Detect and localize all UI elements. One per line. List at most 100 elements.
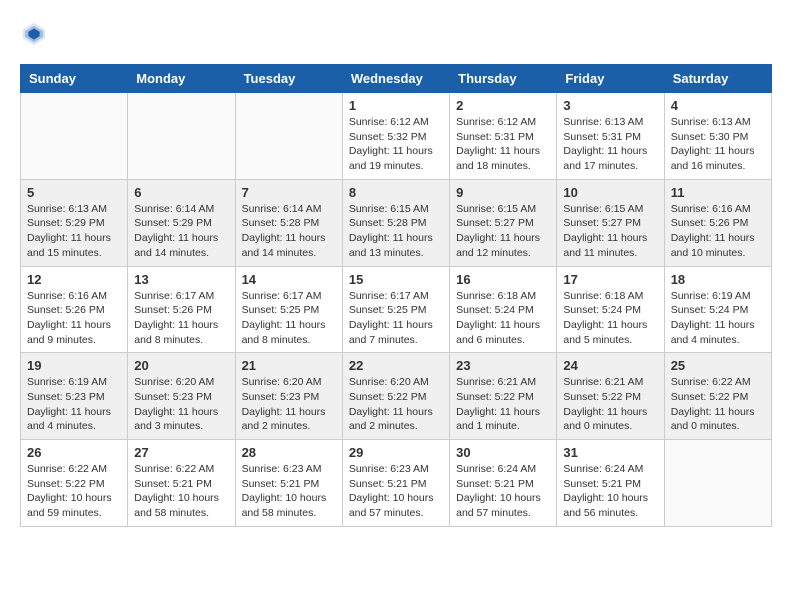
day-number: 18 xyxy=(671,272,765,287)
day-number: 9 xyxy=(456,185,550,200)
day-number: 23 xyxy=(456,358,550,373)
calendar-cell xyxy=(21,93,128,180)
calendar-cell: 5Sunrise: 6:13 AM Sunset: 5:29 PM Daylig… xyxy=(21,179,128,266)
calendar-cell: 1 Sunrise: 6:12 AM Sunset: 5:32 PM Daylig… xyxy=(342,93,449,180)
day-number: 22 xyxy=(349,358,443,373)
header-saturday: Saturday xyxy=(664,65,771,93)
day-number: 2 xyxy=(456,98,550,113)
header-wednesday: Wednesday xyxy=(342,65,449,93)
calendar-cell: 28Sunrise: 6:23 AM Sunset: 5:21 PM Dayli… xyxy=(235,440,342,527)
calendar-cell: 3Sunrise: 6:13 AM Sunset: 5:31 PM Daylig… xyxy=(557,93,664,180)
calendar-cell: 26 Sunrise: 6:22 AM Sunset: 5:22 PM Dayli… xyxy=(21,440,128,527)
header-monday: Monday xyxy=(128,65,235,93)
day-number: 11 xyxy=(671,185,765,200)
calendar-cell: 10 Sunrise: 6:15 AM Sunset: 5:27 PM Dayli… xyxy=(557,179,664,266)
calendar-cell: 2 Sunrise: 6:12 AM Sunset: 5:31 PM Daylig… xyxy=(450,93,557,180)
logo-icon xyxy=(20,20,48,48)
day-info: Sunrise: 6:24 AM Sunset: 5:21 PM Dayligh… xyxy=(456,462,550,521)
calendar-week-row: 12 Sunrise: 6:16 AM Sunset: 5:26 PM Dayli… xyxy=(21,266,772,353)
day-number: 10 xyxy=(563,185,657,200)
day-info: Sunrise: 6:20 AM Sunset: 5:23 PM Dayligh… xyxy=(134,375,228,434)
calendar-cell: 8 Sunrise: 6:15 AM Sunset: 5:28 PM Daylig… xyxy=(342,179,449,266)
day-number: 8 xyxy=(349,185,443,200)
day-info: Sunrise: 6:17 AM Sunset: 5:25 PM Dayligh… xyxy=(242,289,336,348)
day-info: Sunrise: 6:19 AM Sunset: 5:24 PM Dayligh… xyxy=(671,289,765,348)
day-info: Sunrise: 6:15 AM Sunset: 5:28 PM Dayligh… xyxy=(349,202,443,261)
page-header xyxy=(20,20,772,48)
calendar-cell: 17Sunrise: 6:18 AM Sunset: 5:24 PM Dayli… xyxy=(557,266,664,353)
day-number: 25 xyxy=(671,358,765,373)
calendar-week-row: 5Sunrise: 6:13 AM Sunset: 5:29 PM Daylig… xyxy=(21,179,772,266)
day-info: Sunrise: 6:20 AM Sunset: 5:22 PM Dayligh… xyxy=(349,375,443,434)
day-info: Sunrise: 6:20 AM Sunset: 5:23 PM Dayligh… xyxy=(242,375,336,434)
day-number: 7 xyxy=(242,185,336,200)
day-info: Sunrise: 6:23 AM Sunset: 5:21 PM Dayligh… xyxy=(242,462,336,521)
day-info: Sunrise: 6:15 AM Sunset: 5:27 PM Dayligh… xyxy=(563,202,657,261)
day-info: Sunrise: 6:22 AM Sunset: 5:22 PM Dayligh… xyxy=(671,375,765,434)
day-info: Sunrise: 6:16 AM Sunset: 5:26 PM Dayligh… xyxy=(27,289,121,348)
calendar-cell xyxy=(664,440,771,527)
calendar-cell: 20 Sunrise: 6:20 AM Sunset: 5:23 PM Dayli… xyxy=(128,353,235,440)
calendar-cell: 19 Sunrise: 6:19 AM Sunset: 5:23 PM Dayli… xyxy=(21,353,128,440)
calendar-cell: 29Sunrise: 6:23 AM Sunset: 5:21 PM Dayli… xyxy=(342,440,449,527)
day-info: Sunrise: 6:21 AM Sunset: 5:22 PM Dayligh… xyxy=(456,375,550,434)
day-number: 19 xyxy=(27,358,121,373)
calendar-cell: 9 Sunrise: 6:15 AM Sunset: 5:27 PM Daylig… xyxy=(450,179,557,266)
day-info: Sunrise: 6:13 AM Sunset: 5:30 PM Dayligh… xyxy=(671,115,765,174)
day-info: Sunrise: 6:16 AM Sunset: 5:26 PM Dayligh… xyxy=(671,202,765,261)
day-number: 31 xyxy=(563,445,657,460)
day-number: 29 xyxy=(349,445,443,460)
header-friday: Friday xyxy=(557,65,664,93)
day-info: Sunrise: 6:12 AM Sunset: 5:31 PM Dayligh… xyxy=(456,115,550,174)
calendar-cell: 6 Sunrise: 6:14 AM Sunset: 5:29 PM Daylig… xyxy=(128,179,235,266)
day-number: 13 xyxy=(134,272,228,287)
header-tuesday: Tuesday xyxy=(235,65,342,93)
day-number: 27 xyxy=(134,445,228,460)
day-info: Sunrise: 6:24 AM Sunset: 5:21 PM Dayligh… xyxy=(563,462,657,521)
calendar-cell: 13 Sunrise: 6:17 AM Sunset: 5:26 PM Dayli… xyxy=(128,266,235,353)
day-number: 20 xyxy=(134,358,228,373)
day-info: Sunrise: 6:15 AM Sunset: 5:27 PM Dayligh… xyxy=(456,202,550,261)
day-info: Sunrise: 6:18 AM Sunset: 5:24 PM Dayligh… xyxy=(456,289,550,348)
day-number: 1 xyxy=(349,98,443,113)
calendar-week-row: 19 Sunrise: 6:19 AM Sunset: 5:23 PM Dayli… xyxy=(21,353,772,440)
day-info: Sunrise: 6:21 AM Sunset: 5:22 PM Dayligh… xyxy=(563,375,657,434)
day-info: Sunrise: 6:12 AM Sunset: 5:32 PM Dayligh… xyxy=(349,115,443,174)
calendar-cell: 27Sunrise: 6:22 AM Sunset: 5:21 PM Dayli… xyxy=(128,440,235,527)
calendar-cell: 7 Sunrise: 6:14 AM Sunset: 5:28 PM Daylig… xyxy=(235,179,342,266)
day-number: 6 xyxy=(134,185,228,200)
calendar-cell: 30 Sunrise: 6:24 AM Sunset: 5:21 PM Dayli… xyxy=(450,440,557,527)
calendar-cell: 31 Sunrise: 6:24 AM Sunset: 5:21 PM Dayli… xyxy=(557,440,664,527)
day-number: 12 xyxy=(27,272,121,287)
calendar-cell: 11 Sunrise: 6:16 AM Sunset: 5:26 PM Dayli… xyxy=(664,179,771,266)
calendar-cell: 23 Sunrise: 6:21 AM Sunset: 5:22 PM Dayli… xyxy=(450,353,557,440)
calendar-cell: 15 Sunrise: 6:17 AM Sunset: 5:25 PM Dayli… xyxy=(342,266,449,353)
calendar-header-row: SundayMondayTuesdayWednesdayThursdayFrid… xyxy=(21,65,772,93)
calendar-cell xyxy=(128,93,235,180)
day-number: 15 xyxy=(349,272,443,287)
day-info: Sunrise: 6:17 AM Sunset: 5:25 PM Dayligh… xyxy=(349,289,443,348)
day-number: 17 xyxy=(563,272,657,287)
day-info: Sunrise: 6:19 AM Sunset: 5:23 PM Dayligh… xyxy=(27,375,121,434)
day-info: Sunrise: 6:14 AM Sunset: 5:28 PM Dayligh… xyxy=(242,202,336,261)
day-number: 21 xyxy=(242,358,336,373)
day-info: Sunrise: 6:22 AM Sunset: 5:22 PM Dayligh… xyxy=(27,462,121,521)
day-number: 24 xyxy=(563,358,657,373)
day-info: Sunrise: 6:14 AM Sunset: 5:29 PM Dayligh… xyxy=(134,202,228,261)
calendar-cell: 24 Sunrise: 6:21 AM Sunset: 5:22 PM Dayli… xyxy=(557,353,664,440)
calendar-cell: 25 Sunrise: 6:22 AM Sunset: 5:22 PM Dayli… xyxy=(664,353,771,440)
calendar-cell: 12 Sunrise: 6:16 AM Sunset: 5:26 PM Dayli… xyxy=(21,266,128,353)
day-number: 3 xyxy=(563,98,657,113)
day-number: 16 xyxy=(456,272,550,287)
day-number: 30 xyxy=(456,445,550,460)
day-number: 26 xyxy=(27,445,121,460)
calendar-cell: 18 Sunrise: 6:19 AM Sunset: 5:24 PM Dayli… xyxy=(664,266,771,353)
calendar-cell: 14 Sunrise: 6:17 AM Sunset: 5:25 PM Dayli… xyxy=(235,266,342,353)
day-info: Sunrise: 6:17 AM Sunset: 5:26 PM Dayligh… xyxy=(134,289,228,348)
calendar-week-row: 26 Sunrise: 6:22 AM Sunset: 5:22 PM Dayli… xyxy=(21,440,772,527)
header-thursday: Thursday xyxy=(450,65,557,93)
calendar-cell: 22 Sunrise: 6:20 AM Sunset: 5:22 PM Dayli… xyxy=(342,353,449,440)
day-number: 4 xyxy=(671,98,765,113)
calendar-cell: 16 Sunrise: 6:18 AM Sunset: 5:24 PM Dayli… xyxy=(450,266,557,353)
day-number: 14 xyxy=(242,272,336,287)
